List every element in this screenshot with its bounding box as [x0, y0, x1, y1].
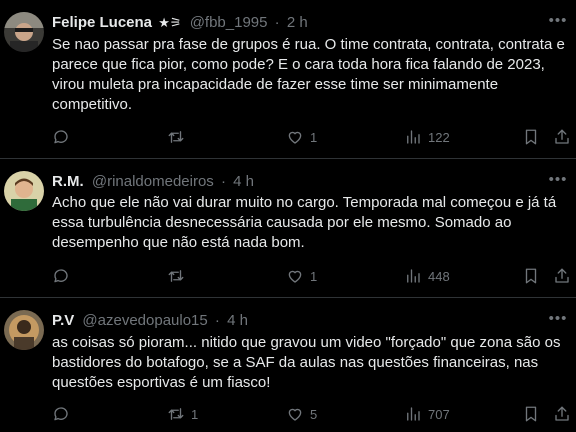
- like-count: 5: [310, 406, 318, 422]
- user-handle[interactable]: @fbb_1995: [190, 14, 268, 31]
- separator-dot: ·: [220, 173, 226, 190]
- display-name[interactable]: P.V: [52, 312, 74, 329]
- view-count: 122: [428, 129, 450, 145]
- views-icon: [407, 269, 420, 283]
- tweet-text: Acho que ele não vai durar muito no carg…: [52, 194, 557, 251]
- more-icon[interactable]: •••: [548, 172, 568, 191]
- timestamp[interactable]: 2 h: [287, 14, 308, 31]
- like-count: 1: [310, 268, 318, 284]
- retweet-button[interactable]: [167, 266, 191, 286]
- tweet[interactable]: P.V @azevedopaulo15 · 4 h ••• as coisas …: [0, 298, 576, 432]
- reply-icon: [54, 130, 68, 144]
- reply-button[interactable]: [52, 266, 76, 286]
- views-icon: [407, 407, 420, 421]
- views-button[interactable]: 122: [404, 127, 450, 147]
- share-button[interactable]: [553, 404, 571, 424]
- share-button[interactable]: [553, 127, 571, 147]
- retweet-button[interactable]: [167, 127, 191, 147]
- tweet-header: R.M. @rinaldomedeiros · 4 h: [52, 173, 546, 191]
- tweet[interactable]: Felipe Lucena ★⚞ @fbb_1995 · 2 h ••• Se …: [0, 0, 576, 159]
- bookmark-icon: [525, 406, 537, 422]
- bookmark-icon: [525, 129, 537, 145]
- views-icon: [407, 130, 420, 144]
- name-badge: ★⚞: [158, 15, 182, 30]
- more-icon[interactable]: •••: [548, 311, 568, 330]
- heart-icon: [288, 270, 302, 283]
- avatar[interactable]: [4, 12, 44, 52]
- reply-button[interactable]: [52, 127, 76, 147]
- bookmark-button[interactable]: [522, 404, 540, 424]
- retweet-icon: [168, 408, 184, 420]
- retweet-icon: [168, 131, 184, 143]
- like-button[interactable]: 1: [286, 127, 317, 147]
- retweet-icon: [168, 270, 184, 282]
- views-button[interactable]: 707: [404, 404, 450, 424]
- share-button[interactable]: [553, 266, 571, 286]
- separator-dot: ·: [274, 14, 280, 31]
- tweet-header: P.V @azevedopaulo15 · 4 h: [52, 312, 546, 330]
- share-icon: [555, 129, 569, 144]
- bookmark-icon: [525, 268, 537, 284]
- reply-icon: [54, 407, 68, 421]
- heart-icon: [288, 131, 302, 144]
- retweet-count: 1: [191, 406, 199, 422]
- more-icon[interactable]: •••: [548, 13, 568, 32]
- retweet-button[interactable]: 1: [167, 404, 198, 424]
- heart-icon: [288, 408, 302, 421]
- bookmark-button[interactable]: [522, 127, 540, 147]
- tweet-text: Se nao passar pra fase de grupos é rua. …: [52, 36, 565, 113]
- timeline-feed: Felipe Lucena ★⚞ @fbb_1995 · 2 h ••• Se …: [0, 0, 576, 432]
- like-button[interactable]: 5: [286, 404, 317, 424]
- tweet[interactable]: R.M. @rinaldomedeiros · 4 h ••• Acho que…: [0, 159, 576, 298]
- like-button[interactable]: 1: [286, 266, 317, 286]
- views-button[interactable]: 448: [404, 266, 450, 286]
- display-name[interactable]: Felipe Lucena: [52, 14, 152, 31]
- reply-button[interactable]: [52, 404, 76, 424]
- share-icon: [555, 268, 569, 283]
- tweet-text: as coisas só pioram... nitido que gravou…: [52, 334, 561, 391]
- action-bar: 1 448: [52, 266, 576, 286]
- action-bar: 1 122: [52, 127, 576, 147]
- user-handle[interactable]: @rinaldomedeiros: [92, 173, 214, 190]
- user-handle[interactable]: @azevedopaulo15: [82, 312, 207, 329]
- view-count: 707: [428, 406, 450, 422]
- avatar[interactable]: [4, 310, 44, 350]
- view-count: 448: [428, 268, 450, 284]
- reply-icon: [54, 269, 68, 283]
- like-count: 1: [310, 129, 318, 145]
- action-bar: 1 5 707: [52, 404, 576, 424]
- timestamp[interactable]: 4 h: [233, 173, 254, 190]
- avatar[interactable]: [4, 171, 44, 211]
- share-icon: [555, 406, 569, 421]
- timestamp[interactable]: 4 h: [227, 312, 248, 329]
- separator-dot: ·: [214, 312, 220, 329]
- tweet-header: Felipe Lucena ★⚞ @fbb_1995 · 2 h: [52, 14, 546, 32]
- bookmark-button[interactable]: [522, 266, 540, 286]
- display-name[interactable]: R.M.: [52, 173, 84, 190]
